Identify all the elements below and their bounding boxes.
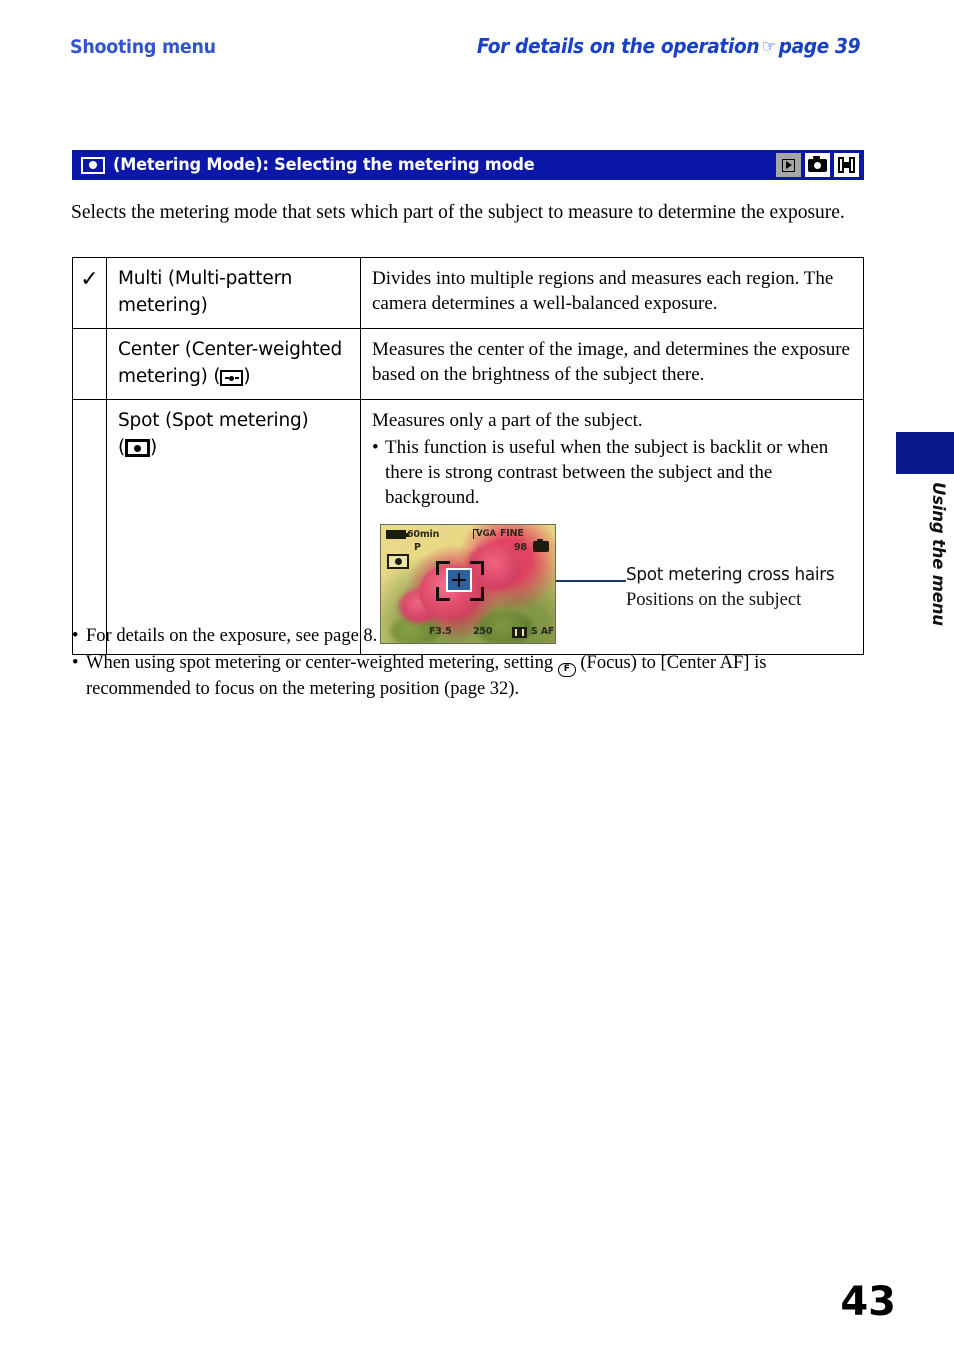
image-size-label: VGA (476, 529, 497, 539)
image-size-indicator: VGA (473, 529, 496, 539)
bullet-marker: • (72, 626, 79, 646)
af-bracket-frame (436, 561, 484, 601)
battery-icon (386, 530, 409, 539)
manual-page: Shooting menu For details on the operati… (0, 0, 954, 1357)
callout-leader-line (556, 580, 626, 583)
option-description-cell: Measures the center of the image, and de… (360, 328, 864, 400)
pointing-hand-icon: ☞ (761, 37, 776, 57)
bullet-marker: • (72, 653, 79, 673)
option-name-center-line2: metering) ( (118, 366, 221, 387)
spot-description-lead: Measures only a part of the subject. (372, 410, 643, 431)
running-head: Shooting menu For details on the operati… (70, 34, 861, 70)
note-item: • When using spot metering or center-wei… (72, 651, 872, 702)
spot-metering-icon (125, 439, 151, 457)
side-tab-block (896, 432, 954, 474)
running-head-section-title: Shooting menu (70, 36, 216, 58)
table-row: ✓ Multi (Multi-pattern metering) Divides… (72, 257, 864, 329)
checkmark-icon: ✓ (80, 267, 99, 292)
note-focus-before: When using spot metering or center-weigh… (86, 653, 554, 673)
section-heading-title: (Metering Mode): Selecting the metering … (113, 155, 535, 175)
playback-mode-icon (776, 153, 801, 177)
spot-bullet-text: This function is useful when the subject… (385, 437, 829, 508)
option-name-spot-line1: Spot (Spot metering) (118, 410, 309, 431)
running-head-reference: For details on the operation ☞ page 39 (476, 34, 861, 58)
option-name-multi: Multi (Multi-pattern metering) (118, 268, 293, 316)
movie-mode-icon (834, 153, 859, 177)
center-weighted-metering-icon (220, 370, 244, 386)
applicable-mode-icons (776, 153, 859, 177)
section-heading-bar: (Metering Mode): Selecting the metering … (72, 150, 864, 180)
metering-mode-icon (81, 156, 105, 174)
option-description-cell: Measures only a part of the subject. • T… (360, 399, 864, 655)
callout-text: Spot metering cross hairs Positions on t… (626, 564, 954, 612)
image-quality-label: FINE (500, 528, 524, 539)
rec-mode-label: P (414, 542, 421, 553)
default-marker-cell (72, 399, 107, 655)
option-name-center-close: ) (243, 366, 251, 387)
spot-description-bullet: • This function is useful when the subje… (372, 435, 853, 510)
notes-list: • For details on the exposure, see page … (72, 624, 872, 704)
option-name-cell: Center (Center-weighted metering) () (106, 328, 361, 400)
running-head-page-ref: page 39 (778, 34, 860, 58)
note-text-focus: When using spot metering or center-weigh… (86, 651, 872, 702)
table-row: Spot (Spot metering) () Measures only a … (72, 399, 864, 655)
option-name-cell: Spot (Spot metering) () (106, 399, 361, 655)
option-name-spot-line2: ( (118, 437, 126, 458)
battery-time-label: 60min (407, 529, 440, 540)
spot-metering-crosshair-icon (446, 568, 472, 592)
intro-paragraph: Selects the metering mode that sets whic… (71, 202, 845, 223)
metering-mode-table: ✓ Multi (Multi-pattern metering) Divides… (72, 257, 864, 655)
focus-icon: F (557, 663, 576, 677)
running-head-reference-text: For details on the operation (476, 34, 760, 58)
option-name-center: Center (Center-weighted metering) () (107, 329, 360, 399)
option-name-center-line1: Center (Center-weighted (118, 339, 343, 360)
callout-subtitle: Positions on the subject (626, 590, 802, 610)
default-marker-cell: ✓ (72, 257, 107, 329)
side-tab-label: Using the menu (928, 482, 948, 626)
page-number: 43 (840, 1279, 896, 1325)
option-description-multi: Divides into multiple regions and measur… (372, 268, 834, 314)
option-name-cell: Multi (Multi-pattern metering) (106, 257, 361, 329)
table-row: Center (Center-weighted metering) () Mea… (72, 328, 864, 400)
bullet-marker: • (372, 437, 379, 458)
default-marker-cell (72, 328, 107, 400)
option-description-spot: Measures only a part of the subject. • T… (361, 400, 863, 654)
note-text-exposure: For details on the exposure, see page 8. (86, 626, 378, 646)
option-description-cell: Divides into multiple regions and measur… (360, 257, 864, 329)
spot-metering-osd-icon (387, 554, 409, 569)
internal-memory-icon (533, 539, 549, 552)
note-item: • For details on the exposure, see page … (72, 624, 872, 649)
option-name-spot-close: ) (150, 437, 158, 458)
shots-remaining-label: 98 (514, 542, 527, 553)
callout-title: Spot metering cross hairs (626, 565, 835, 585)
option-name-spot: Spot (Spot metering) () (107, 400, 360, 470)
still-camera-mode-icon (805, 153, 830, 177)
option-description-center: Measures the center of the image, and de… (372, 339, 850, 385)
